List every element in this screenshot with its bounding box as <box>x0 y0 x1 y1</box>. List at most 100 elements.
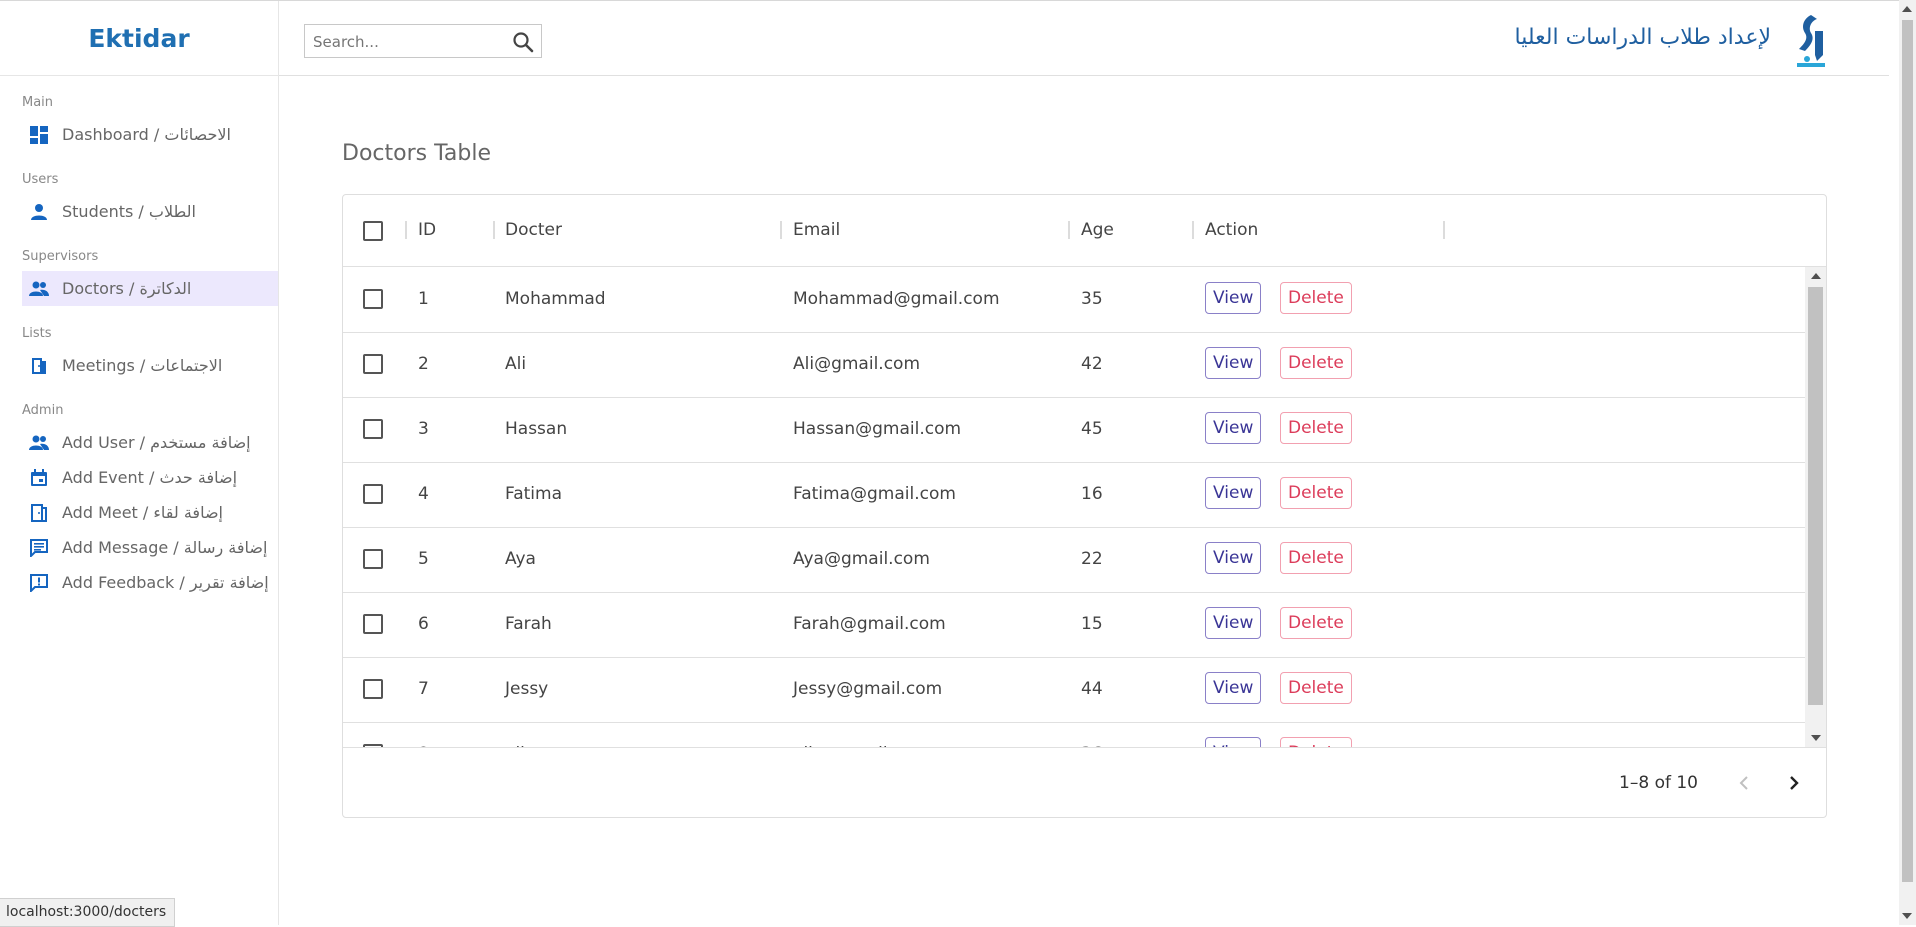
view-button[interactable]: View <box>1205 607 1262 639</box>
people-icon <box>28 432 50 454</box>
cell-age: 36 <box>1081 722 1103 747</box>
feedback-icon <box>28 572 50 594</box>
table-row[interactable]: 6 Farah Farah@gmail.com 15 View Delete <box>343 592 1805 658</box>
column-separator <box>405 221 407 239</box>
view-button[interactable]: View <box>1205 542 1262 574</box>
row-checkbox[interactable] <box>363 549 383 569</box>
sidebar-item-add-event[interactable]: Add Event / إضافة حدث <box>22 460 278 495</box>
delete-button[interactable]: Delete <box>1280 542 1352 574</box>
previous-page-button[interactable] <box>1730 769 1758 797</box>
scroll-down-arrow-icon[interactable] <box>1902 913 1912 919</box>
page-scrollbar[interactable] <box>1899 0 1916 925</box>
meeting-room-icon <box>28 502 50 524</box>
column-separator <box>780 221 782 239</box>
dashboard-icon <box>28 124 50 146</box>
university-logo-icon <box>1791 11 1831 71</box>
row-checkbox[interactable] <box>363 679 383 699</box>
column-header-email[interactable]: Email <box>793 195 840 266</box>
message-icon <box>28 537 50 559</box>
status-bar-url: localhost:3000/docters <box>0 898 176 927</box>
cell-email: Farah@gmail.com <box>793 614 946 634</box>
cell-doctor-name: Fatima <box>505 484 563 504</box>
scroll-up-arrow-icon[interactable] <box>1902 6 1912 12</box>
cell-id: 4 <box>418 484 429 504</box>
section-users: Users <box>22 172 59 187</box>
sidebar-item-add-user[interactable]: Add User / إضافة مستخدم <box>22 425 278 460</box>
cell-age: 16 <box>1081 484 1103 504</box>
table-header: ID Docter Email Age Action <box>343 195 1826 267</box>
view-button[interactable]: View <box>1205 282 1262 314</box>
cell-doctor-name: Ali <box>505 354 527 374</box>
cell-age: 35 <box>1081 289 1103 309</box>
view-button[interactable]: View <box>1205 737 1262 747</box>
cell-doctor-name: Aya <box>505 549 536 569</box>
table-row[interactable]: 5 Aya Aya@gmail.com 22 View Delete <box>343 527 1805 593</box>
page-scrollbar-thumb[interactable] <box>1902 20 1913 882</box>
column-separator <box>1443 221 1445 239</box>
view-button[interactable]: View <box>1205 347 1262 379</box>
cell-id: 5 <box>418 549 429 569</box>
column-header-doctor[interactable]: Docter <box>505 195 562 266</box>
table-row[interactable]: 2 Ali Ali@gmail.com 42 View Delete <box>343 332 1805 398</box>
view-button[interactable]: View <box>1205 477 1262 509</box>
sidebar-item-students[interactable]: Students / الطلاب <box>22 194 278 229</box>
delete-button[interactable]: Delete <box>1280 282 1352 314</box>
cell-age: 15 <box>1081 614 1103 634</box>
row-checkbox[interactable] <box>363 419 383 439</box>
row-checkbox[interactable] <box>363 484 383 504</box>
select-all-checkbox[interactable] <box>363 221 383 241</box>
column-separator <box>493 221 495 239</box>
row-checkbox[interactable] <box>363 289 383 309</box>
delete-button[interactable]: Delete <box>1280 737 1352 747</box>
delete-button[interactable]: Delete <box>1280 412 1352 444</box>
table-row[interactable]: 7 Jessy Jessy@gmail.com 44 View Delete <box>343 657 1805 723</box>
sidebar-item-add-feedback[interactable]: Add Feedback / إضافة تقرير <box>22 565 278 600</box>
search-input[interactable] <box>311 25 505 59</box>
cell-age: 45 <box>1081 419 1103 439</box>
row-checkbox[interactable] <box>363 354 383 374</box>
table-scrollbar-thumb[interactable] <box>1808 287 1823 705</box>
delete-button[interactable]: Delete <box>1280 347 1352 379</box>
column-header-age[interactable]: Age <box>1081 195 1114 266</box>
chevron-left-icon <box>1739 776 1748 790</box>
sidebar-item-add-meet[interactable]: Add Meet / إضافة لقاء <box>22 495 278 530</box>
table-row[interactable]: 3 Hassan Hassan@gmail.com 45 View Delete <box>343 397 1805 463</box>
cell-id: 6 <box>418 614 429 634</box>
sidebar-item-label: Students / الطلاب <box>62 202 196 221</box>
table-row[interactable]: 4 Fatima Fatima@gmail.com 16 View Delete <box>343 462 1805 528</box>
person-icon <box>28 201 50 223</box>
section-lists: Lists <box>22 326 52 341</box>
column-header-id[interactable]: ID <box>418 195 436 266</box>
table-row[interactable]: 8 elie elie@gmail.com 36 View Delete <box>343 722 1805 747</box>
column-separator <box>1192 221 1194 239</box>
delete-button[interactable]: Delete <box>1280 477 1352 509</box>
row-checkbox[interactable] <box>363 614 383 634</box>
scroll-down-arrow-icon[interactable] <box>1811 735 1821 741</box>
delete-button[interactable]: Delete <box>1280 607 1352 639</box>
sidebar-item-doctors[interactable]: Doctors / الدكاترة <box>22 271 278 306</box>
cell-id: 3 <box>418 419 429 439</box>
sidebar-item-add-message[interactable]: Add Message / إضافة رسالة <box>22 530 278 565</box>
sidebar-item-label: Add User / إضافة مستخدم <box>62 433 251 452</box>
cell-id: 7 <box>418 679 429 699</box>
view-button[interactable]: View <box>1205 672 1262 704</box>
sidebar-item-meetings[interactable]: Meetings / الاجتماعات <box>22 348 278 383</box>
brand-logo[interactable]: Ektidar <box>0 1 278 76</box>
chevron-right-icon <box>1790 776 1799 790</box>
column-header-action: Action <box>1205 220 1259 240</box>
sidebar-item-dashboard[interactable]: Dashboard / الاحصائات <box>22 117 278 152</box>
pagination-range: 1–8 of 10 <box>1619 773 1698 793</box>
column-separator <box>1068 221 1070 239</box>
delete-button[interactable]: Delete <box>1280 672 1352 704</box>
cell-age: 44 <box>1081 679 1103 699</box>
view-button[interactable]: View <box>1205 412 1262 444</box>
table-row[interactable]: 1 Mohammad Mohammad@gmail.com 35 View De… <box>343 267 1805 333</box>
search-icon[interactable] <box>511 30 535 54</box>
meeting-room-icon <box>28 355 50 377</box>
next-page-button[interactable] <box>1780 769 1808 797</box>
table-body: 1 Mohammad Mohammad@gmail.com 35 View De… <box>343 267 1805 747</box>
cell-doctor-name: Jessy <box>505 679 549 699</box>
table-scrollbar[interactable] <box>1805 267 1826 747</box>
cell-email: Mohammad@gmail.com <box>793 289 1000 309</box>
scroll-up-arrow-icon[interactable] <box>1811 273 1821 279</box>
